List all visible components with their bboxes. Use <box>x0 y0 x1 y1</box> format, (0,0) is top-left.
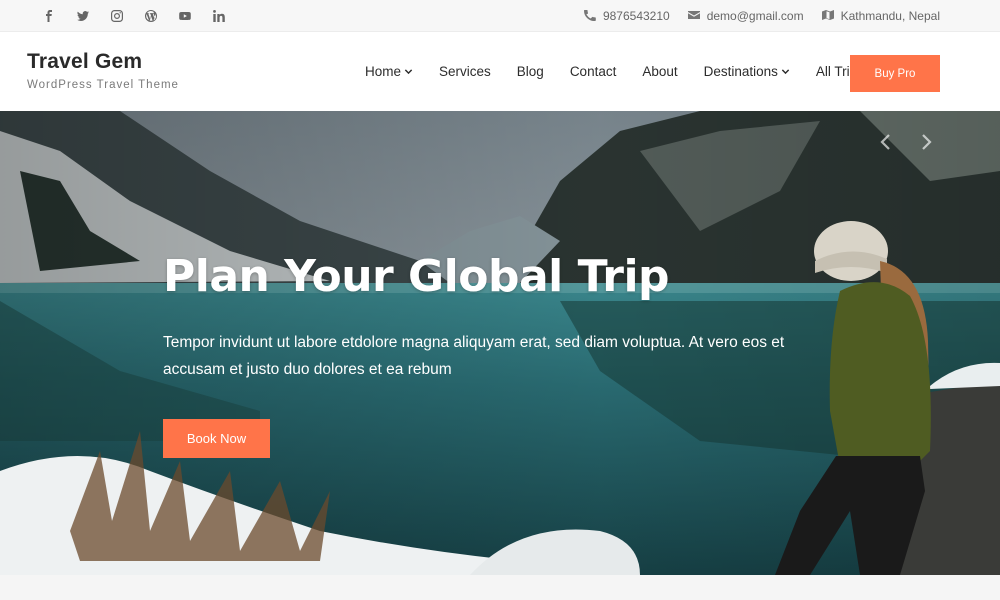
book-now-button[interactable]: Book Now <box>163 419 270 458</box>
chevron-down-icon <box>404 69 413 75</box>
nav-item-about[interactable]: About <box>632 64 687 79</box>
buy-pro-button[interactable]: Buy Pro <box>850 55 940 92</box>
slider-next-button[interactable] <box>918 133 934 151</box>
twitter-icon[interactable] <box>66 0 100 32</box>
site-header: Travel Gem WordPress Travel Theme Home S… <box>0 32 1000 111</box>
main-nav: Home Services Blog Contact About Destina… <box>355 32 880 111</box>
wordpress-icon[interactable] <box>134 0 168 32</box>
map-icon <box>821 9 834 24</box>
hero-description: Tempor invidunt ut labore etdolore magna… <box>163 334 785 378</box>
contact-info: 9876543210 demo@gmail.com Kathmandu, Nep… <box>583 0 940 32</box>
chevron-left-icon <box>880 134 890 150</box>
location-info: Kathmandu, Nepal <box>821 9 940 24</box>
social-links <box>32 0 236 32</box>
facebook-icon[interactable] <box>32 0 66 32</box>
nav-item-contact[interactable]: Contact <box>560 64 627 79</box>
nav-item-blog[interactable]: Blog <box>507 64 554 79</box>
nav-item-label: Services <box>439 64 491 79</box>
nav-item-label: Destinations <box>703 64 778 79</box>
youtube-icon[interactable] <box>168 0 202 32</box>
instagram-icon[interactable] <box>100 0 134 32</box>
site-title[interactable]: Travel Gem <box>27 50 142 74</box>
nav-item-label: Blog <box>516 64 544 79</box>
location-text: Kathmandu, Nepal <box>840 9 940 23</box>
phone-info[interactable]: 9876543210 <box>583 9 670 24</box>
site-tagline: WordPress Travel Theme <box>27 79 179 91</box>
nav-item-label: About <box>642 64 678 79</box>
nav-item-home[interactable]: Home <box>355 64 423 79</box>
chevron-down-icon <box>781 69 790 75</box>
slider-prev-button[interactable] <box>878 133 894 151</box>
email-info[interactable]: demo@gmail.com <box>687 9 804 24</box>
nav-item-services[interactable]: Services <box>429 64 501 79</box>
nav-item-label: Home <box>365 64 402 79</box>
linkedin-icon[interactable] <box>202 0 236 32</box>
hero-slider: Plan Your Global Trip Tempor invidunt ut… <box>0 111 1000 575</box>
envelope-icon <box>687 9 700 24</box>
nav-item-destinations[interactable]: Destinations <box>694 64 800 79</box>
chevron-right-icon <box>922 134 932 150</box>
phone-icon <box>583 9 596 24</box>
email-address: demo@gmail.com <box>706 9 804 23</box>
content-section-start <box>0 575 1000 600</box>
top-bar: 9876543210 demo@gmail.com Kathmandu, Nep… <box>0 0 1000 32</box>
phone-number: 9876543210 <box>602 9 670 23</box>
hero-title: Plan Your Global Trip <box>163 251 670 302</box>
nav-item-label: Contact <box>569 64 617 79</box>
